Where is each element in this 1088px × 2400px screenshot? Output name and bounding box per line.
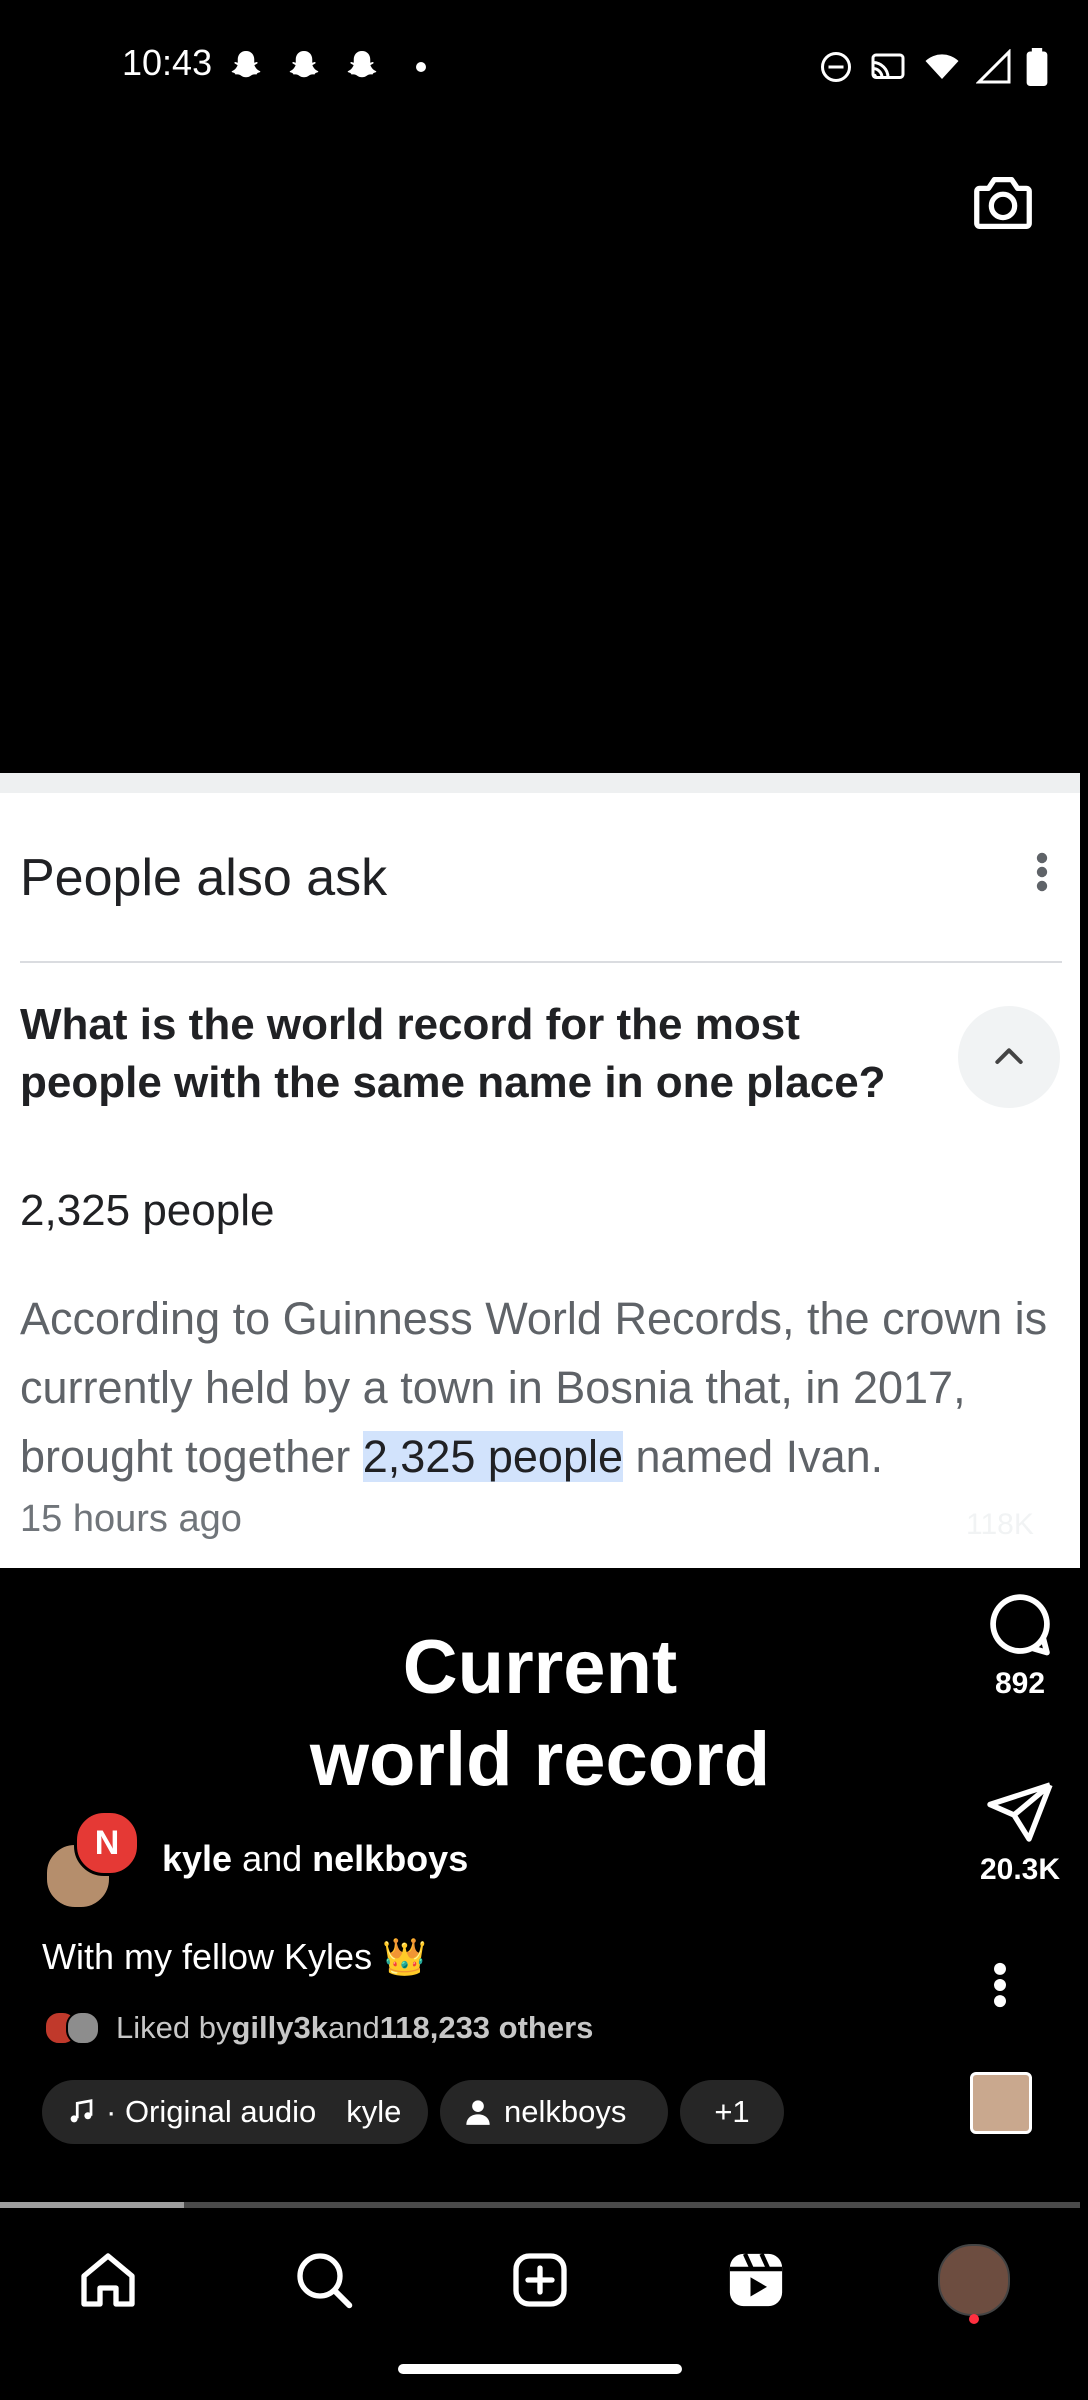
home-indicator[interactable] (398, 2364, 682, 2374)
collab-badge-letter: N (94, 1823, 120, 1862)
faint-like-count: 118K (966, 1508, 1034, 1541)
collapse-button[interactable] (958, 1006, 1060, 1108)
search-icon (297, 2253, 353, 2309)
notification-dot (969, 2314, 979, 2324)
more-options-icon[interactable] (1030, 852, 1054, 892)
snapchat-notification-icon (289, 51, 319, 78)
home-icon (81, 2253, 135, 2307)
chevron-up-icon (995, 1048, 1023, 1064)
nav-create[interactable] (500, 2240, 580, 2320)
snippet-text: named Ivan. (623, 1431, 884, 1482)
snapchat-notification-icon (347, 51, 377, 78)
people-also-ask-title: People also ask (20, 849, 388, 907)
collab-username[interactable]: nelkboys (312, 1838, 468, 1879)
liked-others[interactable]: 118,233 others (380, 2010, 594, 2046)
short-answer: 2,325 people (20, 1186, 275, 1235)
battery-icon (1026, 48, 1048, 86)
person-icon (466, 2100, 490, 2125)
nav-profile[interactable] (934, 2240, 1014, 2320)
camera-icon[interactable] (968, 168, 1038, 238)
collab-avatar[interactable]: N (74, 1810, 140, 1876)
liked-by-row[interactable]: Liked by gilly3k and 118,233 others (44, 2010, 593, 2046)
nav-reels[interactable] (716, 2240, 796, 2320)
card-top-divider (0, 773, 1080, 793)
snippet-timestamp: 15 hours ago (20, 1498, 242, 1540)
audio-author: kyle (346, 2094, 402, 2129)
question-text[interactable]: What is the world record for the most pe… (20, 996, 950, 1112)
do-not-disturb-icon (821, 52, 851, 82)
audio-label: Original audio (124, 2094, 317, 2129)
overlay-title: Current world record (240, 1622, 840, 1806)
comment-count: 892 (994, 1667, 1046, 1700)
liked-prefix: Liked by (116, 2010, 232, 2045)
snapchat-notification-icon (231, 51, 261, 78)
author-names[interactable]: kyle and nelkboys (162, 1838, 468, 1880)
cellular-signal-icon (976, 49, 1011, 84)
status-time: 10:43 (122, 42, 213, 83)
wifi-icon (925, 54, 959, 79)
liked-user[interactable]: gilly3k (231, 2010, 328, 2046)
liked-avatars (44, 2011, 100, 2045)
comment-button[interactable]: 892 (960, 1586, 1080, 1701)
tagged-user-pill[interactable]: nelkboys (440, 2080, 668, 2144)
more-tags-pill[interactable]: +1 (680, 2080, 784, 2144)
send-icon (987, 1782, 1053, 1842)
liker-avatar (66, 2011, 100, 2045)
share-button[interactable]: 20.3K (960, 1776, 1080, 1887)
overlay-title-line: Current (402, 1625, 678, 1710)
share-count: 20.3K (979, 1853, 1061, 1886)
cast-icon (871, 53, 905, 79)
snippet-highlight: 2,325 people (362, 1431, 624, 1482)
music-note-icon (70, 2099, 93, 2123)
audio-separator: · (106, 2094, 125, 2129)
overlay-title-line: world record (309, 1717, 771, 1802)
answer-snippet: According to Guinness World Records, the… (20, 1284, 1070, 1491)
nav-search[interactable] (284, 2240, 364, 2320)
author-username[interactable]: kyle (162, 1838, 232, 1879)
nav-home[interactable] (68, 2240, 148, 2320)
author-joiner: and (232, 1838, 313, 1879)
add-post-icon (513, 2253, 567, 2307)
more-notifications-dot-icon (416, 62, 426, 72)
more-tags-count: +1 (714, 2094, 750, 2129)
status-icons (818, 48, 1048, 86)
profile-avatar (938, 2244, 1010, 2316)
reels-icon (729, 2252, 783, 2307)
liked-joiner: and (327, 2010, 380, 2045)
reel-caption[interactable]: With my fellow Kyles 👑 (42, 1936, 427, 1978)
divider (20, 961, 1062, 963)
comment-icon (990, 1594, 1050, 1656)
tagged-username: nelkboys (504, 2094, 627, 2129)
audio-pill[interactable]: · Original audio kyle (42, 2080, 428, 2144)
more-options-icon[interactable] (990, 1962, 1010, 2008)
audio-thumbnail[interactable] (970, 2072, 1032, 2134)
